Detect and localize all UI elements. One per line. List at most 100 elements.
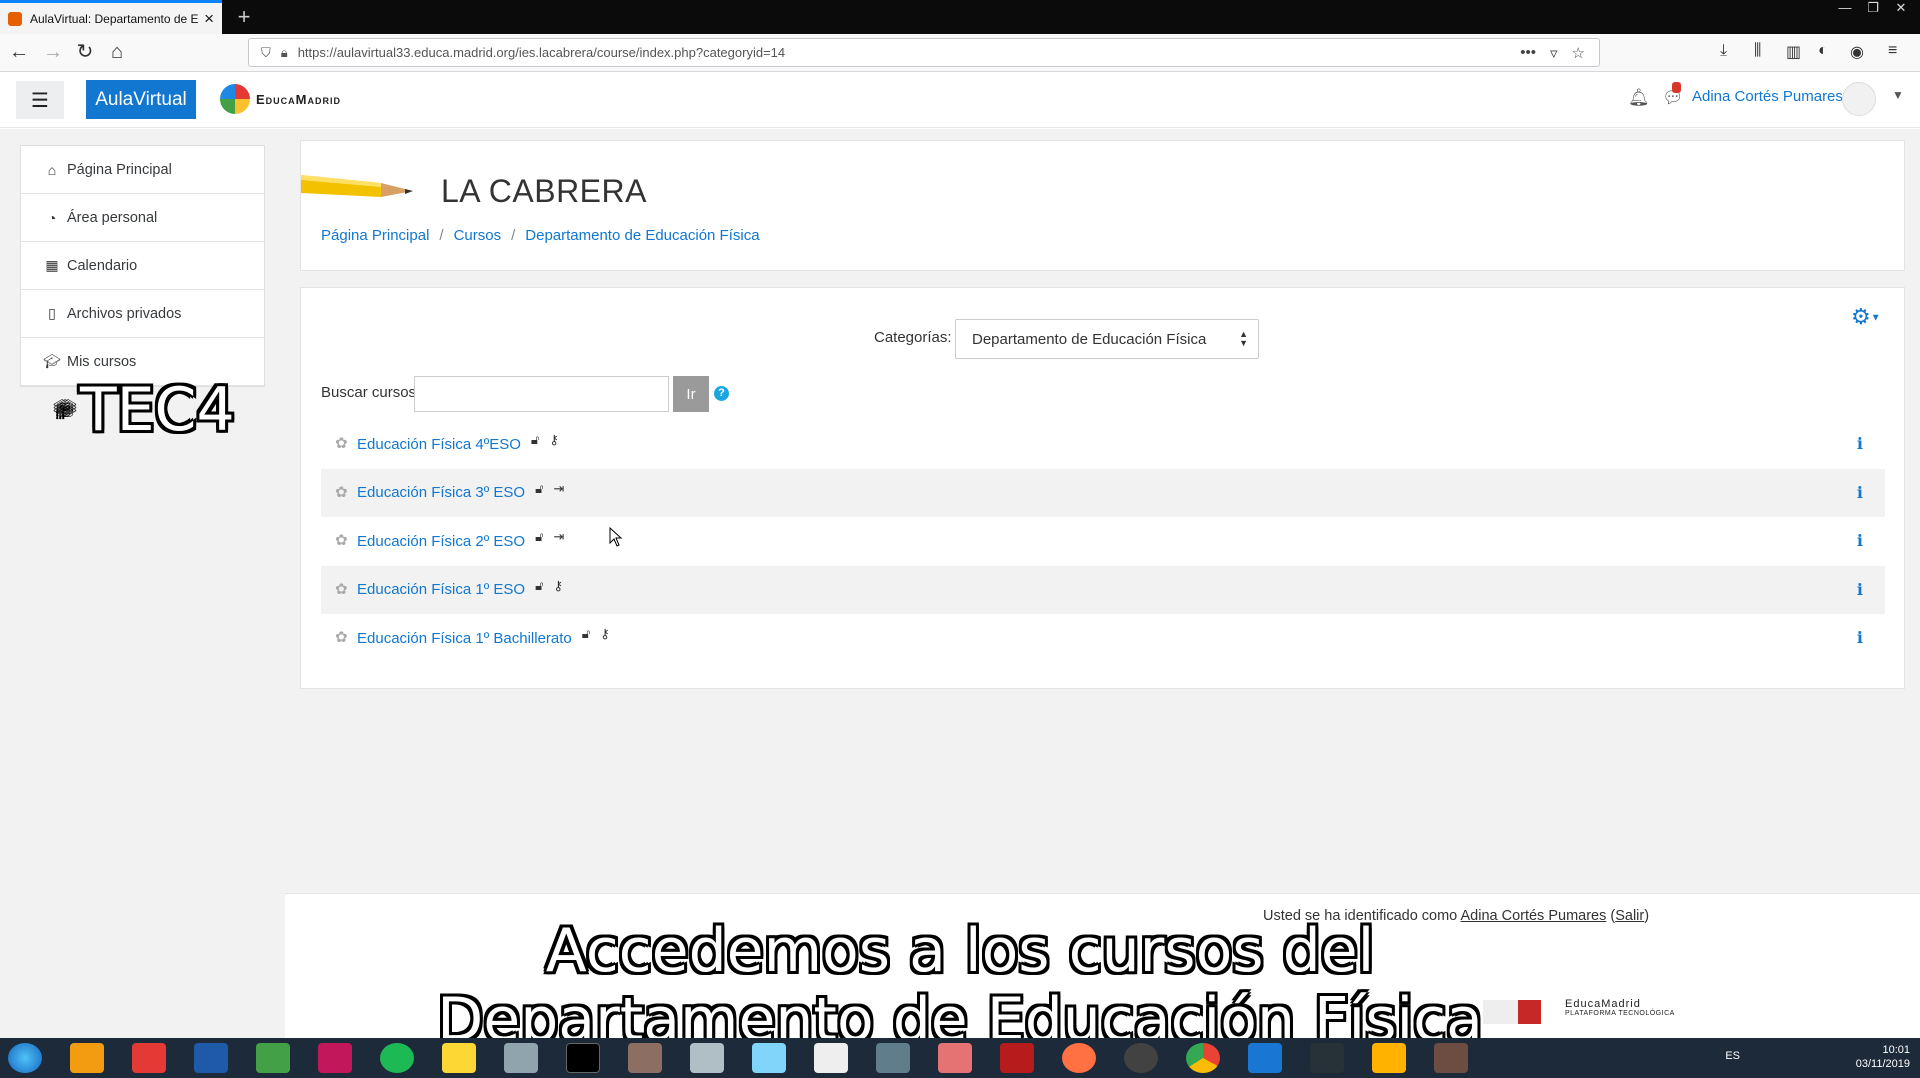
terminal-icon[interactable] bbox=[566, 1043, 600, 1073]
breadcrumb-separator: / bbox=[439, 227, 444, 244]
course-info-icon[interactable]: i bbox=[1857, 531, 1863, 550]
home-icon: ⌂ bbox=[47, 161, 57, 178]
breadcrumb-home[interactable]: Página Principal bbox=[321, 227, 429, 244]
word-icon[interactable] bbox=[194, 1043, 228, 1073]
bookmark-star-icon[interactable]: ☆ bbox=[1572, 44, 1585, 62]
calculator-icon[interactable] bbox=[690, 1043, 724, 1073]
lock-icon[interactable]: 🔒︎ bbox=[281, 45, 288, 61]
help-icon[interactable]: ? bbox=[714, 386, 729, 401]
taskbar-app-icon[interactable] bbox=[1434, 1043, 1468, 1073]
course-link[interactable]: Educación Física 1º Bachillerato bbox=[357, 630, 572, 647]
forward-icon[interactable]: → bbox=[40, 41, 66, 65]
url-text[interactable]: https://aulavirtual33.educa.madrid.org/i… bbox=[298, 45, 1521, 60]
key-icon: ⚷ bbox=[600, 626, 610, 642]
settings-gear-icon[interactable]: ⚙▼ bbox=[1851, 304, 1881, 330]
taskbar-app-icon[interactable] bbox=[628, 1043, 662, 1073]
notepad-icon[interactable] bbox=[814, 1043, 848, 1073]
taskbar-app-icon[interactable] bbox=[876, 1043, 910, 1073]
nav-drawer: ⌂ Página Principal ◔ Área personal ▦ Cal… bbox=[20, 145, 265, 445]
chevron-down-icon[interactable]: ▼ bbox=[1892, 88, 1904, 102]
library-icon[interactable]: ⫼ bbox=[1754, 42, 1761, 60]
start-button-icon[interactable] bbox=[8, 1043, 42, 1073]
nav-item-label: Área personal bbox=[67, 209, 158, 226]
search-go-button[interactable]: Ir bbox=[673, 376, 709, 412]
notifications-bell-icon[interactable]: 🔔︎ bbox=[1628, 88, 1650, 108]
taskbar-app-icon[interactable] bbox=[256, 1043, 290, 1073]
course-link[interactable]: Educación Física 1º ESO bbox=[357, 581, 525, 598]
course-info-icon[interactable]: i bbox=[1857, 483, 1863, 502]
avatar[interactable] bbox=[1842, 82, 1876, 116]
nav-item-calendar[interactable]: ▦ Calendario bbox=[21, 242, 264, 290]
taskbar-app-icon[interactable] bbox=[1310, 1043, 1344, 1073]
login-icon: ⇥ bbox=[553, 480, 565, 496]
docs-icon[interactable] bbox=[1248, 1043, 1282, 1073]
taskbar-app-icon[interactable] bbox=[1124, 1043, 1158, 1073]
taskbar-app-icon[interactable] bbox=[752, 1043, 786, 1073]
tracking-shield-icon[interactable]: ⛉ bbox=[261, 45, 271, 61]
search-courses-label: Buscar cursos bbox=[321, 384, 417, 401]
login-icon: ⇥ bbox=[553, 529, 565, 545]
taskbar-app-icon[interactable] bbox=[318, 1043, 352, 1073]
taskbar-app-icon[interactable] bbox=[504, 1043, 538, 1073]
chrome-icon[interactable] bbox=[1186, 1043, 1220, 1073]
course-link[interactable]: Educación Física 4ºESO bbox=[357, 436, 521, 453]
messages-icon[interactable]: 💬︎ bbox=[1662, 82, 1684, 108]
menu-icon[interactable]: ≡ bbox=[1888, 42, 1897, 60]
course-link[interactable]: Educación Física 2º ESO bbox=[357, 533, 525, 550]
taskbar-app-icon[interactable] bbox=[1372, 1043, 1406, 1073]
nav-item-dashboard[interactable]: ◔ Área personal bbox=[21, 194, 264, 242]
breadcrumb-category[interactable]: Departamento de Educación Física bbox=[525, 227, 759, 244]
firefox-icon[interactable] bbox=[1062, 1043, 1096, 1073]
course-icon: ✿ bbox=[335, 629, 348, 647]
back-icon[interactable]: ← bbox=[6, 41, 32, 65]
window-controls: — ❐ ✕ bbox=[1832, 0, 1914, 18]
category-label: Categorías: bbox=[874, 329, 952, 346]
home-icon[interactable]: ⌂ bbox=[104, 41, 130, 65]
account-icon[interactable]: ◉ bbox=[1850, 42, 1864, 62]
keyboard-language[interactable]: ES bbox=[1725, 1049, 1740, 1063]
taskbar-app-icon[interactable] bbox=[132, 1043, 166, 1073]
nav-item-label: Archivos privados bbox=[67, 305, 182, 322]
breadcrumb-separator: / bbox=[511, 227, 516, 244]
browser-titlebar bbox=[0, 0, 1920, 34]
nav-item-home[interactable]: ⌂ Página Principal bbox=[21, 146, 264, 194]
educamadrid-logo[interactable]: EducaMadrid bbox=[220, 84, 341, 114]
browser-tab[interactable]: AulaVirtual: Departamento de E × bbox=[0, 0, 222, 34]
extension-icon[interactable]: ◐ bbox=[1818, 42, 1828, 60]
taskbar-app-icon[interactable] bbox=[70, 1043, 104, 1073]
clock-time[interactable]: 10:01 bbox=[1856, 1043, 1910, 1057]
filezilla-icon[interactable] bbox=[1000, 1043, 1034, 1073]
pocket-icon[interactable]: ▿ bbox=[1550, 44, 1558, 62]
close-window-icon[interactable]: ✕ bbox=[1888, 0, 1914, 18]
course-info-icon[interactable]: i bbox=[1857, 434, 1863, 453]
page-actions-icon[interactable]: ••• bbox=[1520, 44, 1536, 61]
clock-date[interactable]: 03/11/2019 bbox=[1856, 1057, 1910, 1071]
search-courses-input[interactable] bbox=[414, 376, 669, 412]
reload-icon[interactable]: ↻ bbox=[72, 41, 98, 65]
site-brand-link[interactable]: AulaVirtual bbox=[86, 80, 196, 119]
course-info-icon[interactable]: i bbox=[1857, 580, 1863, 599]
spotify-icon[interactable] bbox=[380, 1043, 414, 1073]
dashboard-icon: ◔ bbox=[47, 209, 57, 226]
course-list: ✿ Educación Física 4ºESO 🔓︎ ⚷ i ✿ Educac… bbox=[321, 420, 1885, 663]
downloads-icon[interactable]: ⤓ bbox=[1720, 42, 1727, 60]
breadcrumb-courses[interactable]: Cursos bbox=[454, 227, 502, 244]
folder-icon[interactable] bbox=[442, 1043, 476, 1073]
user-menu-name[interactable]: Adina Cortés Pumares bbox=[1692, 88, 1843, 105]
nav-item-label: Calendario bbox=[67, 257, 138, 274]
minimize-icon[interactable]: — bbox=[1832, 0, 1858, 18]
course-row: ✿ Educación Física 4ºESO 🔓︎ ⚷ i bbox=[321, 420, 1885, 469]
nav-item-private-files[interactable]: ▯ Archivos privados bbox=[21, 290, 264, 338]
snipping-tool-icon[interactable] bbox=[938, 1043, 972, 1073]
sidebar-icon[interactable]: ▥ bbox=[1786, 42, 1801, 62]
drawer-toggle-button[interactable]: ☰ bbox=[16, 81, 64, 119]
new-tab-button[interactable]: + bbox=[230, 6, 258, 29]
course-row: ✿ Educación Física 1º ESO 🔓︎ ⚷ i bbox=[321, 565, 1885, 614]
browser-toolbar: ← → ↻ ⌂ ⛉ 🔒︎ https://aulavirtual33.educa… bbox=[0, 34, 1920, 72]
course-info-icon[interactable]: i bbox=[1857, 628, 1863, 647]
course-link[interactable]: Educación Física 3º ESO bbox=[357, 484, 525, 501]
category-select[interactable]: Departamento de Educación Física ▲ ▼ bbox=[955, 319, 1259, 359]
close-tab-icon[interactable]: × bbox=[204, 9, 214, 29]
maximize-icon[interactable]: ❐ bbox=[1860, 0, 1886, 18]
url-bar[interactable]: ⛉ 🔒︎ https://aulavirtual33.educa.madrid.… bbox=[248, 38, 1600, 67]
